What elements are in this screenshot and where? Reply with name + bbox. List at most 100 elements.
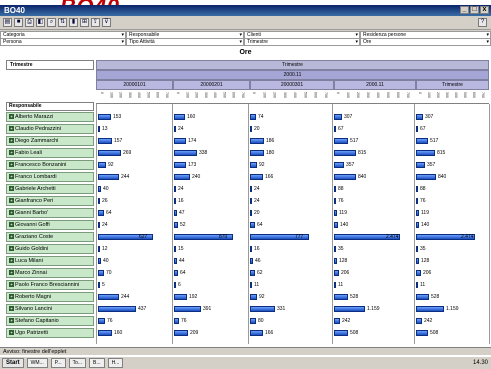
data-bar <box>250 306 275 312</box>
filter-tipo-attivita[interactable]: Tipo Attività ▾ <box>126 38 244 46</box>
row-name-label: Alberto Marazzi <box>15 114 54 120</box>
maximize-button[interactable]: □ <box>470 6 479 14</box>
data-bar <box>98 318 105 324</box>
task-button[interactable]: H... <box>107 358 124 368</box>
task-button[interactable]: To... <box>68 358 87 368</box>
responsabile-dimension-label[interactable]: Responsabile <box>6 102 94 111</box>
expand-icon[interactable]: + <box>9 234 14 240</box>
expand-icon[interactable]: + <box>9 162 14 168</box>
expand-icon[interactable]: + <box>9 222 14 228</box>
clock: 14.30 <box>472 360 488 366</box>
row-name[interactable]: + Ugo Patrizetti <box>6 328 94 338</box>
minimize-button[interactable]: _ <box>460 6 469 14</box>
data-bar <box>174 306 201 312</box>
data-label: 11 <box>338 282 344 288</box>
expand-icon[interactable]: + <box>9 282 14 288</box>
quarter-header-row: 20000101 20000201 20000301 2000.11 Trime… <box>96 80 489 90</box>
data-label: 528 <box>431 294 440 300</box>
preview-icon[interactable]: ◧ <box>36 18 45 27</box>
year-total-header[interactable]: 2000.11 <box>334 80 416 90</box>
expand-icon[interactable]: + <box>9 126 14 132</box>
row-name[interactable]: + Marco Zinnai <box>6 268 94 278</box>
data-label: 92 <box>108 162 114 168</box>
axis-tick-label: 200 <box>356 92 360 98</box>
chart-icon[interactable]: ▮ <box>69 18 78 27</box>
expand-icon[interactable]: + <box>9 270 14 276</box>
expand-icon[interactable]: + <box>9 318 14 324</box>
quarter-header[interactable]: 20000201 <box>173 80 250 90</box>
expand-icon[interactable]: + <box>9 174 14 180</box>
expand-icon[interactable]: + <box>9 138 14 144</box>
data-bar <box>250 210 252 216</box>
row-name-label: Graziano Coste <box>15 234 54 240</box>
expand-icon[interactable]: + <box>9 210 14 216</box>
trimestre-total-header[interactable]: Trimestre <box>416 80 489 90</box>
task-button[interactable]: WM... <box>26 358 48 368</box>
row-name-label: Roberto Magni <box>15 294 52 300</box>
data-bar <box>416 174 436 180</box>
save-icon[interactable]: ■ <box>14 18 23 27</box>
row-name[interactable]: + Stefano Capitanio <box>6 316 94 326</box>
row-name[interactable]: + Claudio Pedrazzini <box>6 124 94 134</box>
row-name[interactable]: + Gabriele Archetti <box>6 184 94 194</box>
row-name[interactable]: + Fabio Leali <box>6 148 94 158</box>
task-button[interactable]: P... <box>50 358 66 368</box>
pivot-icon[interactable]: ⊞ <box>80 18 89 27</box>
row-name[interactable]: + Diego Zammarchi <box>6 136 94 146</box>
start-button[interactable]: Start <box>2 358 24 368</box>
filter-icon[interactable]: ⊽ <box>102 18 111 27</box>
data-label: 166 <box>265 174 274 180</box>
expand-icon[interactable]: + <box>9 330 14 336</box>
export-icon[interactable]: ⇪ <box>91 18 100 27</box>
search-icon[interactable]: ⌕ <box>47 18 56 27</box>
expand-icon[interactable]: + <box>9 294 14 300</box>
filter-trimestre[interactable]: Trimestre ▾ <box>244 38 360 46</box>
data-bar <box>250 138 264 144</box>
data-label: 338 <box>199 150 208 156</box>
data-bar <box>416 258 419 264</box>
quarter-header[interactable]: 20000101 <box>96 80 173 90</box>
data-label: 24 <box>254 186 260 192</box>
data-label: 153 <box>113 114 122 120</box>
row-name[interactable]: + Graziano Coste <box>6 232 94 242</box>
data-label: 627 <box>139 234 148 240</box>
data-label: 40 <box>103 186 109 192</box>
quarter-header[interactable]: 20000301 <box>250 80 334 90</box>
expand-icon[interactable]: + <box>9 114 14 120</box>
data-bar <box>174 126 176 132</box>
sort-icon[interactable]: ⇅ <box>58 18 67 27</box>
row-name[interactable]: + Paolo Franco Bresciannini <box>6 280 94 290</box>
expand-icon[interactable]: + <box>9 246 14 252</box>
expand-icon[interactable]: + <box>9 306 14 312</box>
trimestre-dimension-label[interactable]: Trimestre <box>6 60 94 70</box>
expand-icon[interactable]: + <box>9 258 14 264</box>
filter-persona[interactable]: Persona ▾ <box>0 38 126 46</box>
data-bar <box>250 126 252 132</box>
data-bar <box>334 306 365 312</box>
data-label: 67 <box>338 126 344 132</box>
row-name[interactable]: + Giovanni Goffi <box>6 220 94 230</box>
axis-tick-label: 500 <box>463 92 467 98</box>
print-icon[interactable]: ⎙ <box>25 18 34 27</box>
row-name[interactable]: + Alberto Marazzi <box>6 112 94 122</box>
row-name[interactable]: + Guido Goldini <box>6 244 94 254</box>
task-button[interactable]: B... <box>89 358 105 368</box>
axis-tick-label: 0 <box>418 92 422 94</box>
row-name[interactable]: + Silvano Lancini <box>6 304 94 314</box>
row-name[interactable]: + Francesco Bonzanini <box>6 160 94 170</box>
close-button[interactable]: x <box>480 6 489 14</box>
expand-icon[interactable]: + <box>9 150 14 156</box>
row-name[interactable]: + Gianfranco Peri <box>6 196 94 206</box>
axis-tick-label: 300 <box>445 92 449 98</box>
help-icon[interactable]: ? <box>478 18 487 27</box>
row-name[interactable]: + Franco Lombardi <box>6 172 94 182</box>
row-name[interactable]: + Roberto Magni <box>6 292 94 302</box>
open-icon[interactable]: ▤ <box>3 18 12 27</box>
filter-ore[interactable]: Ore ▾ <box>360 38 491 46</box>
row-name[interactable]: + Luca Milani <box>6 256 94 266</box>
expand-icon[interactable]: + <box>9 198 14 204</box>
data-label: 391 <box>203 306 212 312</box>
data-bar <box>416 162 425 168</box>
row-name[interactable]: + Gianni Barbo' <box>6 208 94 218</box>
expand-icon[interactable]: + <box>9 186 14 192</box>
